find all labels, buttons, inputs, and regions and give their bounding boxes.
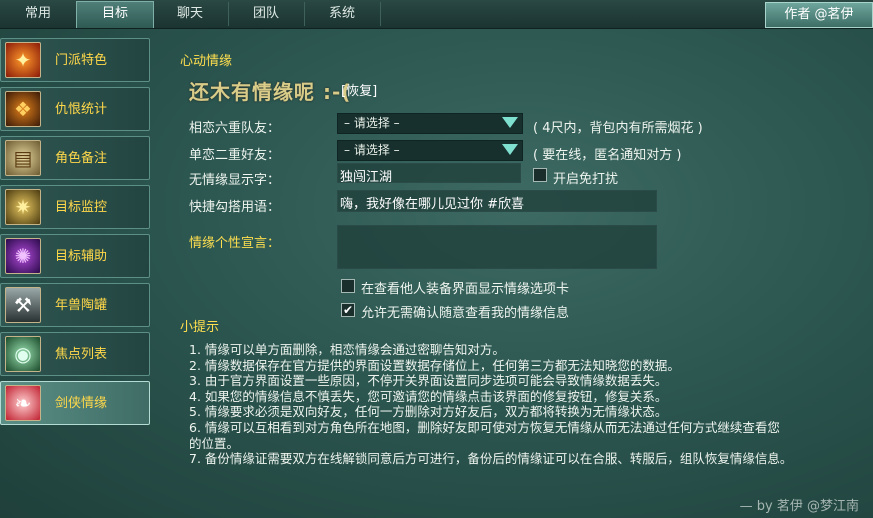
sidebar-item-label: 剑侠情缘 bbox=[55, 396, 108, 411]
tips-list: 1. 情缘可以单方面删除，相恋情缘会通过密聊告知对方。 2. 情缘数据保存在官方… bbox=[189, 342, 869, 467]
tip-item: 5. 情缘要求必须是双向好友，任何一方删除对方好友后，双方都将转换为无情缘状态。 bbox=[189, 404, 668, 420]
tab-team[interactable]: 团队 bbox=[228, 2, 305, 26]
restore-link[interactable]: [恢复] bbox=[341, 80, 377, 99]
dnd-checkbox[interactable] bbox=[533, 168, 547, 182]
allow-view-checkbox[interactable]: ✔ bbox=[341, 303, 355, 317]
sidebar-item-label: 角色备注 bbox=[55, 151, 108, 166]
sidebar-item-label: 门派特色 bbox=[55, 53, 108, 68]
tab-target[interactable]: 目标 bbox=[76, 1, 154, 28]
eye-icon: ◉ bbox=[5, 336, 41, 372]
signature: — by 茗伊 @梦江南 bbox=[739, 499, 859, 514]
allow-view-label: 允许无需确认随意查看我的情缘信息 bbox=[361, 306, 570, 321]
two-level-select-value: – 请选择 – bbox=[344, 143, 400, 157]
six-level-hint: ( 4尺内，背包内有所需烟花 ) bbox=[533, 121, 703, 136]
six-level-label: 相恋六重队友： bbox=[189, 121, 281, 136]
sidebar-item-monitor[interactable]: ✷ 目标监控 bbox=[0, 185, 150, 229]
heart-icon: ❧ bbox=[5, 385, 41, 421]
tip-item: 7. 备份情缘证需要双方在线解锁同意后方可进行，备份后的情缘证可以在合服、转服后… bbox=[189, 451, 793, 467]
no-romance-text-value: 独闯江湖 bbox=[340, 170, 393, 185]
no-romance-text-label: 无情缘显示字： bbox=[189, 173, 281, 188]
sidebar-item-label: 目标辅助 bbox=[55, 249, 108, 264]
tip-item: 1. 情缘可以单方面删除，相恋情缘会通过密聊告知对方。 bbox=[189, 342, 505, 357]
show-romance-tab-label: 在查看他人装备界面显示情缘选项卡 bbox=[361, 282, 570, 297]
two-level-label: 单恋二重好友： bbox=[189, 148, 281, 163]
sidebar-item-notes[interactable]: ▤ 角色备注 bbox=[0, 136, 150, 180]
author-button[interactable]: 作者 @茗伊 bbox=[765, 2, 873, 28]
tip-item: 6. 情缘可以互相看到对方角色所在地图，删除好友即可使对方恢复无情缘从而无法通过… bbox=[189, 419, 780, 435]
section-title: 心动情缘 bbox=[180, 54, 233, 69]
sidebar-item-sect[interactable]: ✦ 门派特色 bbox=[0, 38, 150, 82]
magic-icon: ✺ bbox=[5, 238, 41, 274]
sidebar-item-label: 目标监控 bbox=[55, 200, 108, 215]
declaration-label: 情缘个性宣言： bbox=[189, 236, 281, 251]
two-level-hint: ( 要在线，匿名通知对方 ) bbox=[533, 148, 682, 163]
dragon-icon: ❖ bbox=[5, 91, 41, 127]
sidebar-item-romance[interactable]: ❧ 剑侠情缘 bbox=[0, 381, 150, 425]
flame-icon: ✦ bbox=[5, 42, 41, 78]
romance-status: 还木有情缘呢 :-( bbox=[189, 80, 352, 104]
show-romance-tab-checkbox[interactable] bbox=[341, 279, 355, 293]
dnd-label: 开启免打扰 bbox=[553, 172, 619, 187]
quick-phrase-label: 快捷勾搭用语： bbox=[189, 200, 281, 215]
tip-item: 3. 由于官方界面设置一些原因，不停开关界面设置同步选项可能会导致情缘数据丢失。 bbox=[189, 373, 668, 389]
sidebar-item-threat[interactable]: ❖ 仇恨统计 bbox=[0, 87, 150, 131]
six-level-select-value: – 请选择 – bbox=[344, 116, 400, 130]
two-level-select[interactable]: – 请选择 – bbox=[337, 140, 523, 161]
top-tab-bar: 常用 目标 聊天 团队 系统 作者 @茗伊 bbox=[0, 0, 873, 29]
quick-phrase-value: 嗨，我好像在哪儿见过你 #欣喜 bbox=[340, 197, 525, 212]
tip-item: 的位置。 bbox=[189, 435, 240, 451]
sidebar-item-label: 仇恨统计 bbox=[55, 102, 108, 117]
sidebar-item-jar[interactable]: ⚒ 年兽陶罐 bbox=[0, 283, 150, 327]
chevron-down-icon bbox=[502, 144, 518, 155]
sidebar-item-label: 焦点列表 bbox=[55, 347, 108, 362]
book-icon: ▤ bbox=[5, 140, 41, 176]
emblem-icon: ✷ bbox=[5, 189, 41, 225]
sidebar-item-assist[interactable]: ✺ 目标辅助 bbox=[0, 234, 150, 278]
tab-common[interactable]: 常用 bbox=[0, 2, 77, 26]
sidebar-item-focus[interactable]: ◉ 焦点列表 bbox=[0, 332, 150, 376]
six-level-select[interactable]: – 请选择 – bbox=[337, 113, 523, 134]
tab-chat[interactable]: 聊天 bbox=[152, 2, 229, 26]
tip-item: 4. 如果您的情缘信息不慎丢失，您可邀请您的情缘点击该界面的修复按钮，修复关系。 bbox=[189, 388, 668, 404]
chevron-down-icon bbox=[502, 117, 518, 128]
declaration-textarea[interactable] bbox=[337, 225, 657, 269]
tab-system[interactable]: 系统 bbox=[304, 2, 381, 26]
hammer-icon: ⚒ bbox=[5, 287, 41, 323]
sidebar-item-label: 年兽陶罐 bbox=[55, 298, 108, 313]
tip-item: 2. 情缘数据保存在官方提供的界面设置数据存储位上，任何第三方都无法知晓您的数据… bbox=[189, 357, 680, 373]
tips-title: 小提示 bbox=[180, 320, 220, 335]
